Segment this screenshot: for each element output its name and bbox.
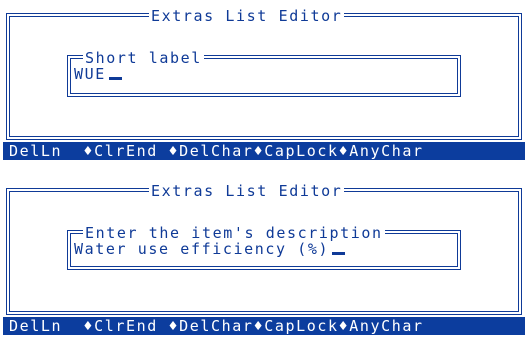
- key-clrend[interactable]: ClrEnd: [94, 317, 158, 335]
- key-delchar[interactable]: DelChar: [179, 317, 253, 335]
- key-separator-icon: ♦: [253, 142, 265, 160]
- editor-title: Extras List Editor: [149, 7, 345, 25]
- key-separator-icon: ♦: [168, 142, 180, 160]
- key-separator-icon: ♦: [253, 317, 265, 335]
- function-key-bar: DelLn ♦ClrEnd ♦DelChar♦CapLock♦AnyChar: [3, 142, 525, 160]
- key-anychar[interactable]: AnyChar: [349, 142, 423, 160]
- key-caplock[interactable]: CapLock: [264, 142, 338, 160]
- key-separator-icon: ♦: [338, 317, 350, 335]
- text-cursor: [332, 252, 346, 255]
- short-label-value: WUE: [74, 65, 106, 83]
- key-separator-icon: ♦: [83, 142, 95, 160]
- key-caplock[interactable]: CapLock: [264, 317, 338, 335]
- text-cursor: [108, 77, 122, 80]
- key-separator-icon: ♦: [83, 317, 95, 335]
- panel-divider: [0, 163, 529, 175]
- key-separator-icon: ♦: [168, 317, 180, 335]
- short-label-input[interactable]: WUE: [74, 66, 122, 83]
- key-clrend[interactable]: ClrEnd: [94, 142, 158, 160]
- editor-screen-short-label: Extras List Editor Short label WUE DelLn…: [3, 3, 525, 160]
- editor-title: Extras List Editor: [149, 182, 345, 200]
- function-key-bar: DelLn ♦ClrEnd ♦DelChar♦CapLock♦AnyChar: [3, 317, 525, 335]
- key-anychar[interactable]: AnyChar: [349, 317, 423, 335]
- key-delchar[interactable]: DelChar: [179, 142, 253, 160]
- editor-screen-description: Extras List Editor Enter the item's desc…: [3, 178, 525, 335]
- description-value: Water use efficiency (%): [74, 240, 330, 258]
- key-separator-icon: ♦: [338, 142, 350, 160]
- key-delln[interactable]: DelLn: [9, 317, 62, 335]
- description-input[interactable]: Water use efficiency (%): [74, 240, 346, 258]
- key-delln[interactable]: DelLn: [9, 142, 62, 160]
